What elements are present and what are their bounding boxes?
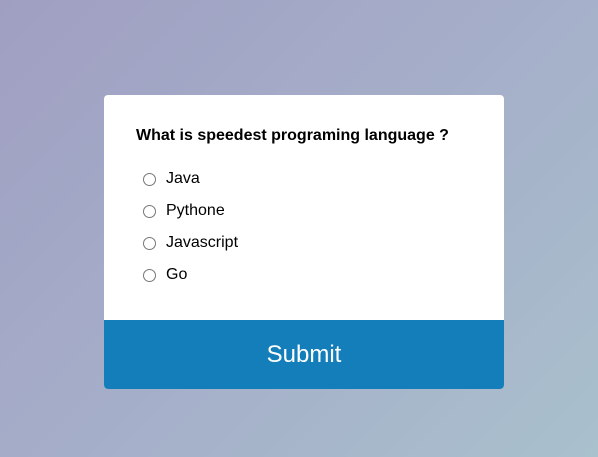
question-text: What is speedest programing language ? (136, 127, 449, 144)
answer-label-java[interactable]: Java (166, 170, 200, 188)
answer-list: Java Pythone Javascript Go (136, 163, 472, 291)
answer-option-java[interactable]: Java (136, 163, 472, 195)
answer-radio-javascript[interactable] (143, 236, 156, 250)
answer-option-pythone[interactable]: Pythone (136, 195, 472, 227)
answer-label-go[interactable]: Go (166, 266, 187, 284)
answer-radio-go[interactable] (143, 268, 156, 282)
answer-option-go[interactable]: Go (136, 259, 472, 291)
submit-button[interactable]: Submit (104, 320, 504, 389)
answer-radio-java[interactable] (143, 172, 156, 186)
quiz-body: What is speedest programing language ? J… (104, 95, 504, 291)
answer-label-pythone[interactable]: Pythone (166, 202, 225, 220)
answer-radio-pythone[interactable] (143, 204, 156, 218)
answer-option-javascript[interactable]: Javascript (136, 227, 472, 259)
answer-label-javascript[interactable]: Javascript (166, 234, 238, 252)
quiz-card: What is speedest programing language ? J… (104, 95, 504, 389)
